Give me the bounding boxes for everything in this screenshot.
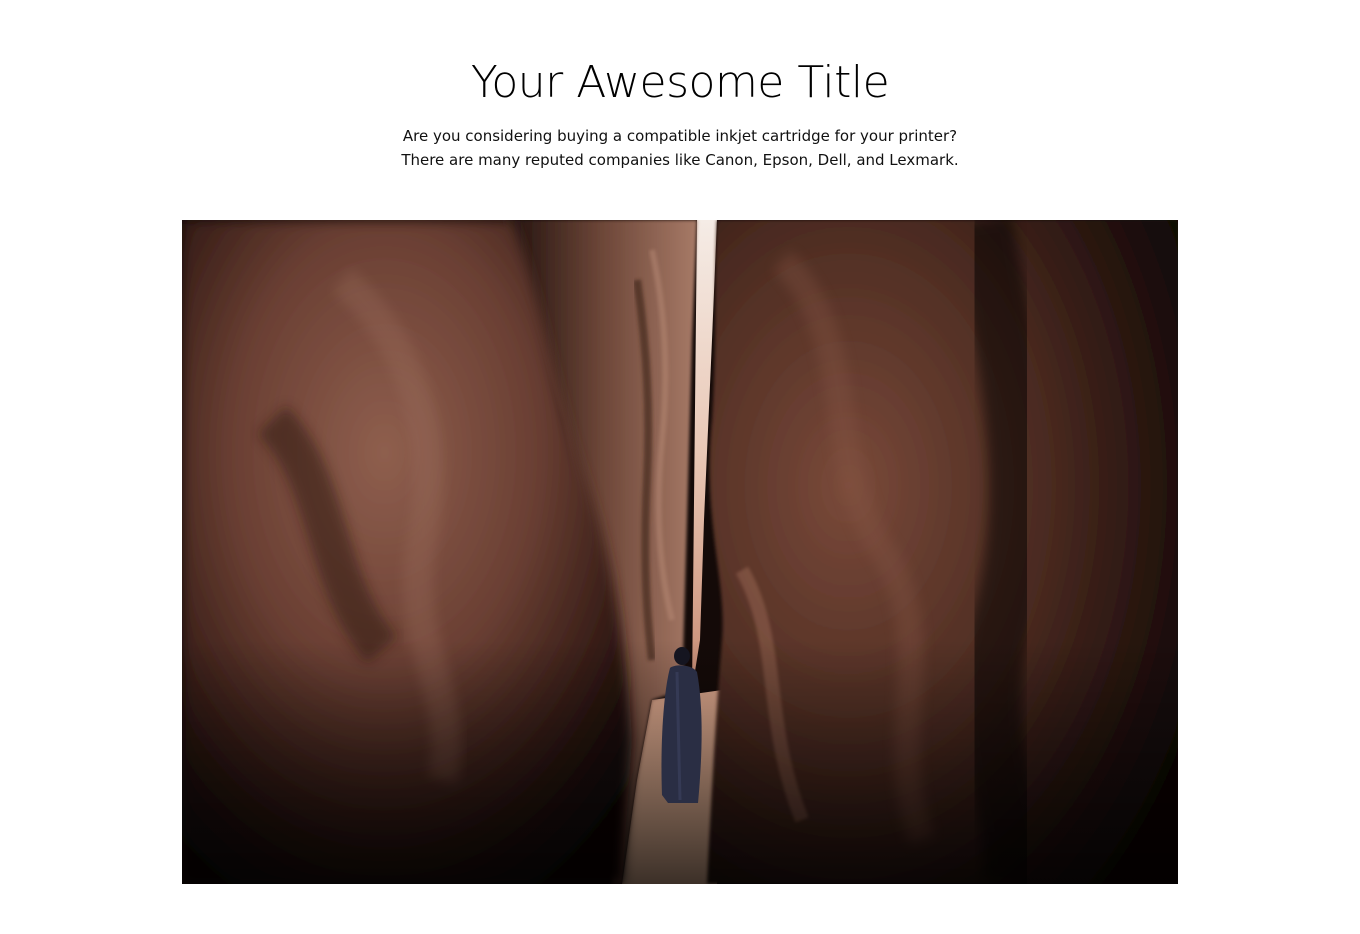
page-title: Your Awesome Title: [470, 57, 890, 108]
subtitle-line-1: Are you considering buying a compatible …: [402, 127, 958, 145]
subtitle-line-2: There are many reputed companies like Ca…: [401, 151, 959, 169]
page-subtitle: Are you considering buying a compatible …: [380, 124, 980, 172]
slot-canyon-photo: [182, 220, 1178, 884]
hero-image: [182, 220, 1178, 884]
